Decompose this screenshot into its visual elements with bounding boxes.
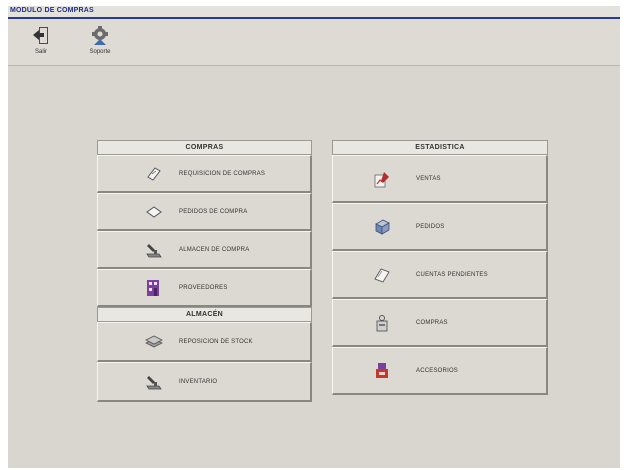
tools-icon [376,362,388,378]
pedidos-label: PEDIDOS [416,223,445,230]
cuentas-pendientes-label: CUENTAS PENDIENTES [416,271,488,278]
compras-header: COMPRAS [97,140,312,155]
stamp-icon [146,375,162,389]
reposicion-stock-button[interactable]: REPOSICION DE STOCK [97,322,312,362]
proveedores-button[interactable]: PROVEEDORES [97,269,312,307]
ventas-button[interactable]: VENTAS [332,155,548,203]
almacen-compra-label: ALMACEN DE COMPRA [179,246,250,253]
accesorios-label: ACCESORIOS [416,367,459,374]
support-gear-icon [92,26,108,45]
envelope-icon [146,205,162,218]
window-title: MODULO DE COMPRAS [10,7,94,14]
cube-icon [375,219,390,235]
accesorios-button[interactable]: ACCESORIOS [332,347,548,395]
chart-pen-icon [374,171,389,187]
cuentas-pendientes-button[interactable]: CUENTAS PENDIENTES [332,251,548,299]
exit-label: Salir [34,49,47,55]
pedidos-button[interactable]: PEDIDOS [332,203,548,251]
estadistica-panel: ESTADISTICA VENTAS PEDIDOS CUENTAS PENDI… [332,140,548,395]
pedidos-compra-label: PEDIDOS DE COMPRA [179,208,248,215]
almacen-compra-button[interactable]: ALMACEN DE COMPRA [97,231,312,269]
stamp-icon [146,243,162,257]
compras-panel: COMPRAS REQUISICION DE COMPRAS PEDIDOS D… [97,140,312,402]
support-button[interactable]: Soporte [81,23,119,61]
bag-icon [376,314,388,331]
inventario-label: INVENTARIO [179,378,218,385]
requisicion-compras-label: REQUISICION DE COMPRAS [179,170,266,177]
exit-door-icon [33,27,48,44]
requisicion-compras-button[interactable]: REQUISICION DE COMPRAS [97,155,312,193]
stack-icon [145,335,163,347]
app-window: MODULO DE COMPRAS Salir Soporte COMPRAS … [8,6,620,468]
compras-button[interactable]: COMPRAS [332,299,548,347]
document-icon [147,166,161,181]
pedidos-compra-button[interactable]: PEDIDOS DE COMPRA [97,193,312,231]
ventas-label: VENTAS [416,175,441,182]
compras-label: COMPRAS [416,319,448,326]
support-label: Soporte [89,49,111,55]
toolbar: Salir Soporte [8,19,620,66]
estadistica-header: ESTADISTICA [332,140,548,155]
building-icon [147,279,159,296]
folder-icon [374,267,390,283]
proveedores-label: PROVEEDORES [179,284,228,291]
reposicion-stock-label: REPOSICION DE STOCK [179,338,253,345]
exit-button[interactable]: Salir [22,23,60,61]
inventario-button[interactable]: INVENTARIO [97,362,312,402]
almacen-header: ALMACÉN [97,307,312,322]
